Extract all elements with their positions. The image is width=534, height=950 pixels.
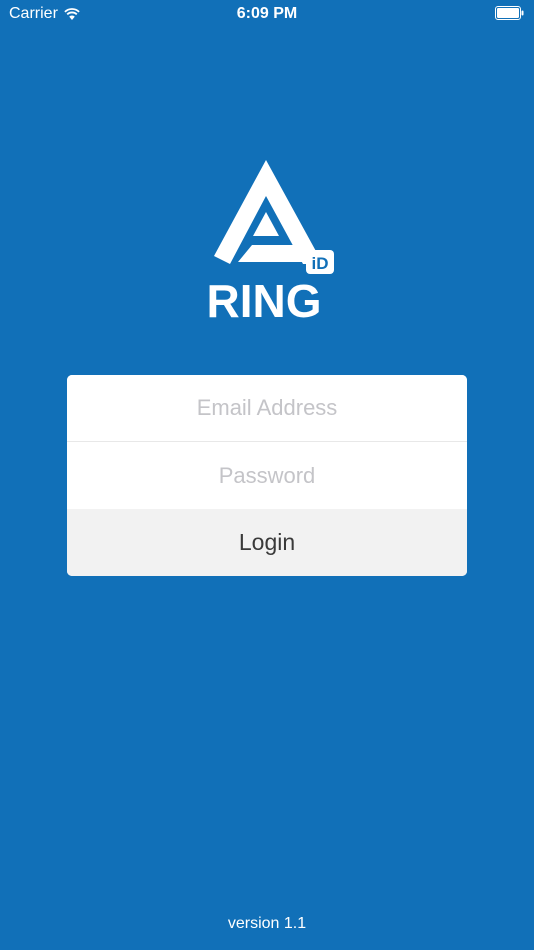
ring-id-logo: iD RING [200,156,340,326]
login-button[interactable]: Login [67,509,467,576]
triangle-mark-icon [214,160,323,264]
email-field[interactable] [67,375,467,442]
login-form: Login [67,375,467,576]
status-bar: Carrier 6:09 PM [0,0,534,30]
status-time: 6:09 PM [236,5,298,22]
id-badge-icon: iD [306,250,334,274]
logo-wordmark: RING [207,275,322,326]
logo-badge-text: iD [312,254,329,273]
version-label: version 1.1 [227,915,307,932]
password-field[interactable] [67,442,467,509]
battery-icon [495,6,524,20]
